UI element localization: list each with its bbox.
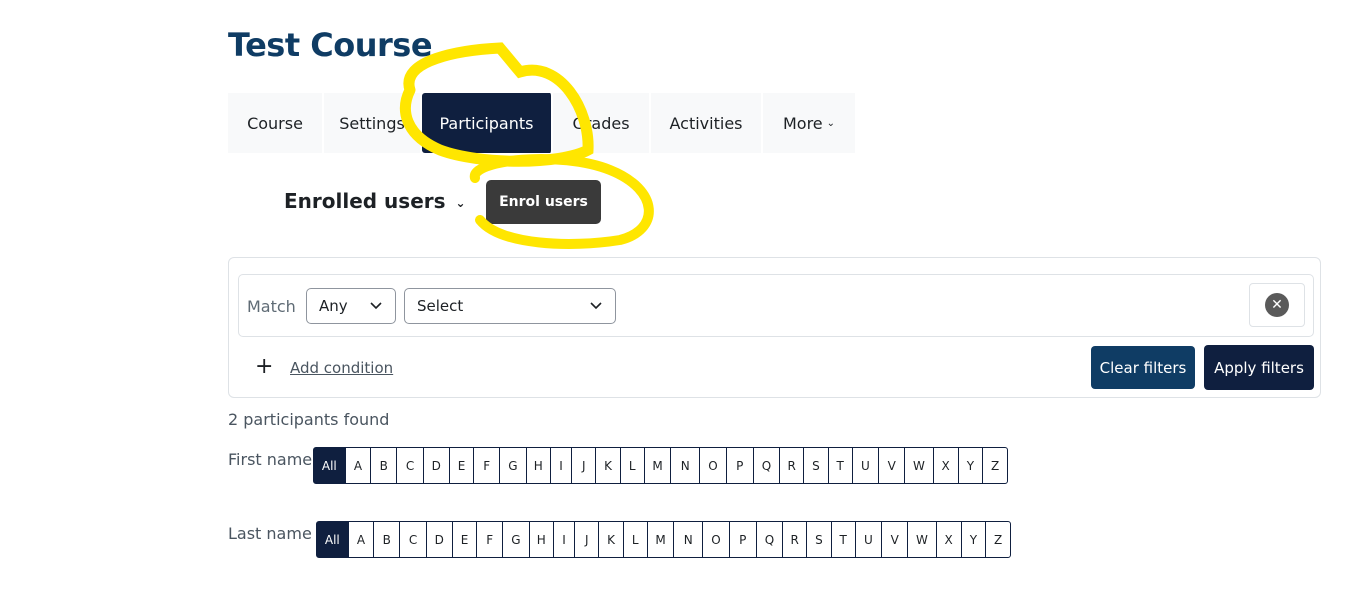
tab-participants[interactable]: Participants (422, 93, 553, 153)
first-name-initials-bar: All A B C D E F G H I J K L M N O P Q R S T U V W X Y Z (313, 447, 1008, 484)
last-name-initial-h[interactable]: H (530, 522, 554, 557)
last-name-initial-z[interactable]: Z (986, 522, 1010, 557)
enrol-users-button[interactable]: Enrol users (486, 180, 601, 224)
last-name-initial-c[interactable]: C (400, 522, 427, 557)
tab-more[interactable]: More ⌄ (763, 93, 857, 153)
last-name-initial-i[interactable]: I (554, 522, 576, 557)
first-name-initial-r[interactable]: R (780, 448, 805, 483)
last-name-initial-f[interactable]: F (477, 522, 504, 557)
last-name-initial-l[interactable]: L (624, 522, 648, 557)
last-name-initial-m[interactable]: M (648, 522, 675, 557)
last-name-initial-p[interactable]: P (730, 522, 757, 557)
first-name-initial-n[interactable]: N (671, 448, 701, 483)
plus-icon[interactable]: + (255, 354, 273, 379)
last-name-initial-all[interactable]: All (317, 522, 349, 557)
first-name-initial-e[interactable]: E (450, 448, 475, 483)
last-name-initial-k[interactable]: K (599, 522, 624, 557)
last-name-initial-t[interactable]: T (832, 522, 856, 557)
last-name-initial-a[interactable]: A (349, 522, 375, 557)
first-name-initial-p[interactable]: P (727, 448, 754, 483)
last-name-initial-y[interactable]: Y (962, 522, 987, 557)
first-name-initial-i[interactable]: I (551, 448, 573, 483)
first-name-initial-m[interactable]: M (645, 448, 672, 483)
tab-label: Course (247, 113, 303, 133)
tab-grades[interactable]: Grades (553, 93, 651, 153)
first-name-initial-w[interactable]: W (905, 448, 934, 483)
first-name-initial-o[interactable]: O (700, 448, 727, 483)
page-title: Test Course (228, 26, 433, 64)
first-name-initial-j[interactable]: J (572, 448, 597, 483)
last-name-initial-g[interactable]: G (503, 522, 530, 557)
first-name-initial-f[interactable]: F (474, 448, 501, 483)
secondary-navigation: Course Settings Participants Grades Acti… (228, 93, 857, 153)
close-circle-icon: ✕ (1265, 293, 1289, 317)
tab-label: Activities (669, 113, 743, 133)
first-name-initial-v[interactable]: V (879, 448, 906, 483)
chevron-down-icon (590, 302, 602, 310)
enrolled-users-title: Enrolled users (284, 189, 446, 213)
last-name-initial-v[interactable]: V (882, 522, 909, 557)
last-name-initial-u[interactable]: U (856, 522, 883, 557)
chevron-down-icon (370, 302, 382, 310)
first-name-initial-t[interactable]: T (829, 448, 853, 483)
add-condition-link[interactable]: Add condition (290, 359, 393, 377)
last-name-initial-d[interactable]: D (427, 522, 453, 557)
first-name-initial-all[interactable]: All (314, 448, 346, 483)
tab-activities[interactable]: Activities (651, 93, 763, 153)
tab-label: Settings (339, 113, 405, 133)
first-name-initial-s[interactable]: S (804, 448, 829, 483)
first-name-initial-l[interactable]: L (621, 448, 645, 483)
participants-count: 2 participants found (228, 410, 390, 429)
filter-panel: Match Any Select ✕ + Add condition Clear… (228, 257, 1321, 398)
first-name-initial-z[interactable]: Z (983, 448, 1007, 483)
last-name-initials-bar: All A B C D E F G H I J K L M N O P Q R S T U V W X Y Z (316, 521, 1011, 558)
last-name-initial-w[interactable]: W (908, 522, 937, 557)
last-name-initial-x[interactable]: X (937, 522, 962, 557)
match-select[interactable]: Any (306, 288, 396, 324)
filter-condition-row: Match Any Select ✕ (238, 274, 1314, 337)
tab-label: Participants (439, 113, 534, 133)
first-name-initial-g[interactable]: G (500, 448, 527, 483)
first-name-initial-k[interactable]: K (596, 448, 621, 483)
first-name-label: First name (228, 450, 313, 469)
last-name-label: Last name (228, 524, 312, 543)
apply-filters-button[interactable]: Apply filters (1204, 345, 1314, 390)
last-name-initial-r[interactable]: R (783, 522, 808, 557)
first-name-initial-h[interactable]: H (527, 448, 551, 483)
last-name-initial-b[interactable]: B (374, 522, 401, 557)
remove-condition-button[interactable]: ✕ (1249, 283, 1305, 327)
first-name-initial-d[interactable]: D (424, 448, 450, 483)
condition-select-value: Select (417, 297, 464, 315)
last-name-initial-s[interactable]: S (807, 522, 832, 557)
first-name-initial-c[interactable]: C (397, 448, 424, 483)
enrolled-users-menu[interactable]: Enrolled users ⌄ (284, 189, 466, 213)
first-name-initial-a[interactable]: A (346, 448, 372, 483)
last-name-initial-o[interactable]: O (703, 522, 730, 557)
last-name-initial-j[interactable]: J (575, 522, 600, 557)
first-name-initial-x[interactable]: X (934, 448, 959, 483)
tab-settings[interactable]: Settings (324, 93, 422, 153)
tab-label: Grades (572, 113, 630, 133)
match-label: Match (247, 297, 296, 316)
first-name-initial-u[interactable]: U (853, 448, 880, 483)
last-name-initial-q[interactable]: Q (757, 522, 784, 557)
match-select-value: Any (319, 297, 348, 315)
last-name-initial-n[interactable]: N (674, 522, 704, 557)
last-name-initial-e[interactable]: E (453, 522, 478, 557)
tab-course[interactable]: Course (228, 93, 324, 153)
first-name-initial-y[interactable]: Y (959, 448, 984, 483)
chevron-down-icon: ⌄ (826, 117, 836, 129)
tab-label: More (782, 113, 823, 133)
first-name-initial-b[interactable]: B (371, 448, 398, 483)
condition-select[interactable]: Select (404, 288, 616, 324)
chevron-down-icon: ⌄ (455, 196, 466, 210)
first-name-initial-q[interactable]: Q (754, 448, 781, 483)
clear-filters-button[interactable]: Clear filters (1091, 346, 1195, 389)
